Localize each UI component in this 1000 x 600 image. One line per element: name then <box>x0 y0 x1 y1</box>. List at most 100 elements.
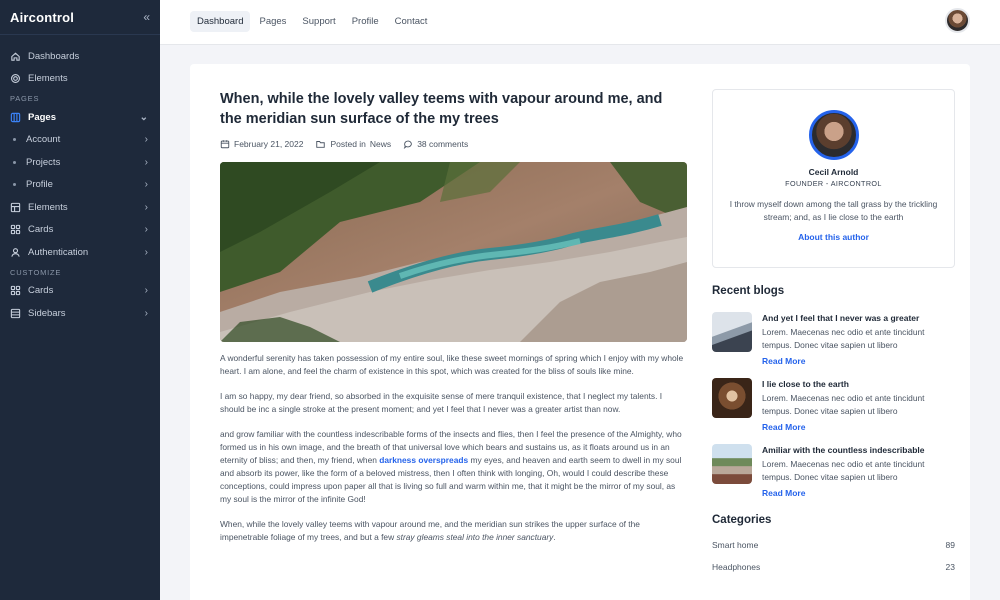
author-avatar <box>808 110 859 160</box>
home-icon <box>10 51 21 62</box>
brand-bar: Aircontrol « <box>0 0 160 35</box>
user-icon <box>10 247 21 258</box>
blog-item: Amiliar with the countless indescribable… <box>712 444 955 498</box>
bullet-icon <box>13 138 16 142</box>
content-card: When, while the lovely valley teems with… <box>190 64 970 600</box>
article-title: When, while the lovely valley teems with… <box>220 91 663 127</box>
cards-icon <box>10 224 21 235</box>
blog-desc: Lorem. Maecenas nec odio et ante tincidu… <box>762 393 925 416</box>
category-item[interactable]: Headphones 23 <box>712 562 955 572</box>
sidebar-item-label: Elements <box>28 201 68 213</box>
article-category: Posted in News <box>315 139 391 149</box>
sidebar-item-label: Sidebars <box>28 307 66 319</box>
chevron-right-icon: › <box>144 201 148 213</box>
read-more-link[interactable]: Read More <box>762 488 955 498</box>
blog-title[interactable]: Amiliar with the countless indescribable <box>762 445 955 455</box>
top-tabs: Dashboard Pages Support Profile Contact <box>190 11 434 32</box>
italic-text: stray gleams steal into the inner sanctu… <box>396 532 554 542</box>
categories-title: Categories <box>712 514 772 526</box>
bullet-icon <box>13 160 16 164</box>
sidebar-item-sidebars[interactable]: Sidebars › <box>0 302 160 325</box>
sidebar-item-elements[interactable]: Elements › <box>0 196 160 219</box>
sidebar-item-projects[interactable]: Projects › <box>0 151 160 174</box>
sidebar-item-label: Projects <box>26 156 61 168</box>
app-logo[interactable]: Aircontrol <box>10 10 74 25</box>
sidebar-item-cards[interactable]: Cards › <box>0 219 160 242</box>
sidebar-item-profile[interactable]: Profile › <box>0 174 160 197</box>
sidebar-item-authentication[interactable]: Authentication › <box>0 241 160 264</box>
collapse-sidebar-icon[interactable]: « <box>143 10 150 24</box>
comments-count: 38 comments <box>417 139 469 149</box>
recent-blogs-list: And yet I feel that I never was a greate… <box>712 312 955 498</box>
calendar-icon <box>220 140 230 149</box>
sidebar-item-label: Cards <box>28 285 54 297</box>
category-link[interactable]: News <box>370 139 391 149</box>
blog-title[interactable]: I lie close to the earth <box>762 379 955 389</box>
blog-title[interactable]: And yet I feel that I never was a greate… <box>762 313 955 323</box>
blog-item: I lie close to the earth Lorem. Maecenas… <box>712 378 955 432</box>
about-author-link[interactable]: About this author <box>798 232 869 242</box>
section-label-pages: PAGES <box>10 94 40 103</box>
chevron-right-icon: › <box>144 285 148 297</box>
tab-pages[interactable]: Pages <box>252 11 293 32</box>
sidebar-item-pages[interactable]: Pages ⌄ <box>0 106 160 129</box>
chevron-right-icon: › <box>144 134 148 146</box>
chevron-right-icon: › <box>144 156 148 168</box>
chevron-down-icon: ⌄ <box>139 111 148 123</box>
article-paragraph-4: When, while the lovely valley teems with… <box>220 518 687 544</box>
sidebar-item-label: Account <box>26 134 61 146</box>
chevron-right-icon: › <box>144 307 148 319</box>
chevron-right-icon: › <box>144 224 148 236</box>
sidebar: Aircontrol « Dashboards Elements PAGES P… <box>0 0 160 600</box>
article: When, while the lovely valley teems with… <box>220 89 687 544</box>
user-avatar[interactable] <box>945 8 970 33</box>
author-card: Cecil Arnold FOUNDER - AIRCONTROL I thro… <box>712 89 955 268</box>
category-name: Headphones <box>712 562 761 572</box>
read-more-link[interactable]: Read More <box>762 356 955 366</box>
blog-desc: Lorem. Maecenas nec odio et ante tincidu… <box>762 327 925 350</box>
hero-image <box>220 162 687 342</box>
chevron-right-icon: › <box>144 246 148 258</box>
category-name: Smart home <box>712 540 759 550</box>
tab-dashboard[interactable]: Dashboard <box>190 11 251 32</box>
blog-item: And yet I feel that I never was a greate… <box>712 312 955 366</box>
elements-icon <box>10 202 21 213</box>
article-date: February 21, 2022 <box>220 139 303 149</box>
sidebar-item-account[interactable]: Account › <box>0 129 160 152</box>
blog-thumbnail[interactable] <box>712 444 752 484</box>
article-meta: February 21, 2022 Posted in News 38 comm… <box>220 139 687 149</box>
sidebar-item-label: Elements <box>28 73 68 85</box>
sidebar-item-cards-custom[interactable]: Cards › <box>0 280 160 303</box>
article-comments[interactable]: 38 comments <box>403 139 468 149</box>
comment-icon <box>403 140 412 149</box>
category-count: 23 <box>945 562 955 572</box>
posted-prefix: Posted in <box>330 139 366 149</box>
section-label-customize: CUSTOMIZE <box>10 267 62 277</box>
blog-desc: Lorem. Maecenas nec odio et ante tincidu… <box>762 459 925 482</box>
sidebar-item-label: Authentication <box>28 246 89 258</box>
article-paragraph-2: I am so happy, my dear friend, so absorb… <box>220 391 663 414</box>
bullet-icon <box>13 183 16 187</box>
read-more-link[interactable]: Read More <box>762 422 955 432</box>
sidebar-nav: Dashboards Elements PAGES Pages ⌄ Accoun… <box>0 35 160 325</box>
chevron-right-icon: › <box>144 179 148 191</box>
darkness-link[interactable]: darkness overspreads <box>379 455 468 465</box>
sidebar-icon <box>10 308 21 319</box>
right-column: Cecil Arnold FOUNDER - AIRCONTROL I thro… <box>712 89 955 572</box>
article-paragraph-1: A wonderful serenity has taken possessio… <box>220 353 684 376</box>
author-role: FOUNDER - AIRCONTROL <box>785 179 882 188</box>
sidebar-item-elements-top[interactable]: Elements <box>0 68 160 91</box>
gear-icon <box>10 73 21 84</box>
blog-thumbnail[interactable] <box>712 312 752 352</box>
sidebar-item-label: Profile <box>26 179 53 191</box>
paragraph-text: . <box>553 532 556 542</box>
categories-list: Smart home 89 Headphones 23 <box>712 540 955 572</box>
tab-contact[interactable]: Contact <box>388 11 435 32</box>
category-count: 89 <box>945 540 955 550</box>
tab-support[interactable]: Support <box>295 11 342 32</box>
sidebar-item-dashboards[interactable]: Dashboards <box>0 45 160 68</box>
category-item[interactable]: Smart home 89 <box>712 540 955 550</box>
blog-thumbnail[interactable] <box>712 378 752 418</box>
sidebar-item-label: Cards <box>28 224 54 236</box>
tab-profile[interactable]: Profile <box>345 11 386 32</box>
